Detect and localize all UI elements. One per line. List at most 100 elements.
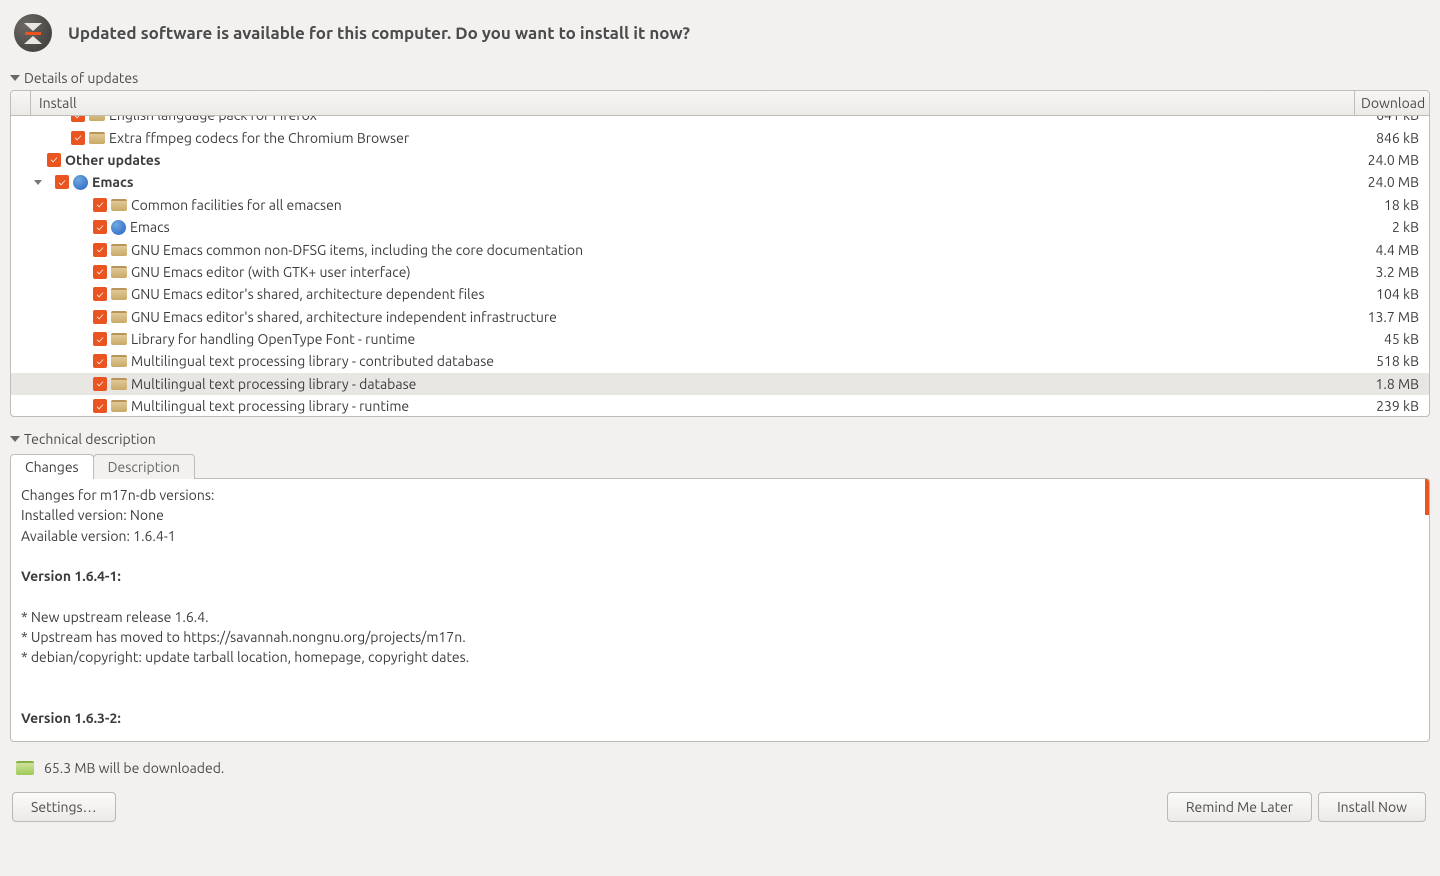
row-size: 18 kB — [1355, 197, 1425, 213]
package-icon — [111, 400, 127, 412]
button-row: Settings… Remind Me Later Install Now — [0, 786, 1440, 836]
update-row[interactable]: Library for handling OpenType Font - run… — [11, 328, 1429, 350]
globe-icon — [73, 175, 88, 190]
checkbox[interactable] — [71, 131, 85, 145]
checkbox[interactable] — [93, 310, 107, 324]
expander-column[interactable] — [11, 91, 31, 115]
status-text: 65.3 MB will be downloaded. — [44, 760, 224, 776]
package-icon — [111, 199, 127, 211]
tab-description[interactable]: Description — [93, 454, 195, 479]
checkbox[interactable] — [93, 332, 107, 346]
package-icon — [111, 378, 127, 390]
update-row[interactable]: Extra ffmpeg codecs for the Chromium Bro… — [11, 126, 1429, 148]
row-label: GNU Emacs editor (with GTK+ user interfa… — [131, 264, 411, 280]
package-icon — [111, 355, 127, 367]
checkbox[interactable] — [93, 287, 107, 301]
row-expander[interactable] — [33, 177, 43, 187]
changelog-line: Changes for m17n-db versions: — [21, 485, 1419, 505]
row-size: 104 kB — [1355, 286, 1425, 302]
update-row[interactable]: GNU Emacs editor (with GTK+ user interfa… — [11, 261, 1429, 283]
update-row[interactable]: Multilingual text processing library - c… — [11, 350, 1429, 372]
download-icon — [16, 761, 34, 775]
changelog-line: Installed version: None — [21, 505, 1419, 525]
row-label: Emacs — [92, 174, 133, 190]
changelog-bullet: * Upstream has moved to https://savannah… — [21, 627, 1419, 647]
update-row[interactable]: Common facilities for all emacsen 18 kB — [11, 194, 1429, 216]
checkbox[interactable] — [93, 354, 107, 368]
row-label: Multilingual text processing library - d… — [131, 376, 416, 392]
checkbox[interactable] — [93, 198, 107, 212]
changelog-line: Available version: 1.6.4-1 — [21, 526, 1419, 546]
package-icon — [89, 132, 105, 144]
row-label: GNU Emacs common non-DFSG items, includi… — [131, 242, 583, 258]
row-size: 24.0 MB — [1355, 152, 1425, 168]
package-icon — [111, 244, 127, 256]
package-icon — [111, 333, 127, 345]
remind-later-button[interactable]: Remind Me Later — [1167, 792, 1312, 822]
row-label: Emacs — [130, 219, 170, 235]
update-row[interactable]: Other updates 24.0 MB — [11, 149, 1429, 171]
row-size: 24.0 MB — [1355, 174, 1425, 190]
settings-button[interactable]: Settings… — [12, 792, 116, 822]
chevron-down-icon — [10, 436, 20, 442]
package-icon — [89, 116, 105, 121]
row-label: Library for handling OpenType Font - run… — [131, 331, 415, 347]
row-size: 3.2 MB — [1355, 264, 1425, 280]
software-updater-icon — [14, 14, 52, 52]
checkbox[interactable] — [93, 243, 107, 257]
checkbox[interactable] — [55, 175, 69, 189]
changelog-bullet: * debian/copyright: update tarball locat… — [21, 647, 1419, 667]
checkbox[interactable] — [93, 220, 107, 234]
changelog-box: Changes for m17n-db versions: Installed … — [10, 478, 1430, 742]
list-scroll[interactable]: English language pack for Firefox641 kBE… — [11, 116, 1429, 416]
changelog-heading: Version 1.6.3-2: — [21, 708, 1419, 728]
globe-icon — [111, 220, 126, 235]
details-label: Details of updates — [24, 70, 138, 86]
updates-list: Install Download English language pack f… — [10, 90, 1430, 417]
row-label: Multilingual text processing library - c… — [131, 353, 494, 369]
update-row[interactable]: English language pack for Firefox641 kB — [11, 116, 1429, 126]
row-label: GNU Emacs editor's shared, architecture … — [131, 309, 557, 325]
row-label: English language pack for Firefox — [109, 116, 317, 123]
row-size: 45 kB — [1355, 331, 1425, 347]
checkbox[interactable] — [93, 377, 107, 391]
row-label: Common facilities for all emacsen — [131, 197, 342, 213]
row-size: 1.8 MB — [1355, 376, 1425, 392]
row-label: Extra ffmpeg codecs for the Chromium Bro… — [109, 130, 409, 146]
update-row[interactable]: Multilingual text processing library - r… — [11, 395, 1429, 416]
package-icon — [111, 266, 127, 278]
list-header: Install Download — [11, 91, 1429, 116]
row-size: 4.4 MB — [1355, 242, 1425, 258]
update-row[interactable]: Multilingual text processing library - d… — [11, 373, 1429, 395]
install-now-button[interactable]: Install Now — [1318, 792, 1426, 822]
changelog-content[interactable]: Changes for m17n-db versions: Installed … — [11, 479, 1429, 741]
update-row[interactable]: Emacs2 kB — [11, 216, 1429, 238]
header: Updated software is available for this c… — [0, 0, 1440, 66]
package-icon — [111, 311, 127, 323]
tab-changes[interactable]: Changes — [10, 454, 94, 479]
checkbox[interactable] — [93, 265, 107, 279]
row-label: Other updates — [65, 152, 160, 168]
tech-expander[interactable]: Technical description — [0, 427, 1440, 451]
row-label: Multilingual text processing library - r… — [131, 398, 409, 414]
row-size: 13.7 MB — [1355, 309, 1425, 325]
update-row[interactable]: GNU Emacs editor's shared, architecture … — [11, 306, 1429, 328]
download-column-header[interactable]: Download — [1355, 91, 1429, 115]
changelog-bullet: * New upstream release 1.6.4. — [21, 607, 1419, 627]
details-expander[interactable]: Details of updates — [0, 66, 1440, 90]
package-icon — [111, 288, 127, 300]
install-column-header[interactable]: Install — [31, 91, 1355, 115]
checkbox[interactable] — [47, 153, 61, 167]
row-size: 239 kB — [1355, 398, 1425, 414]
chevron-down-icon — [10, 75, 20, 81]
row-size: 846 kB — [1355, 130, 1425, 146]
update-row[interactable]: GNU Emacs editor's shared, architecture … — [11, 283, 1429, 305]
checkbox[interactable] — [71, 116, 85, 122]
row-size: 518 kB — [1355, 353, 1425, 369]
dialog-title: Updated software is available for this c… — [68, 24, 690, 43]
update-row[interactable]: GNU Emacs common non-DFSG items, includi… — [11, 238, 1429, 260]
tech-label: Technical description — [24, 431, 156, 447]
update-row[interactable]: Emacs 24.0 MB — [11, 171, 1429, 193]
scrollbar-thumb[interactable] — [1425, 479, 1429, 515]
checkbox[interactable] — [93, 399, 107, 413]
